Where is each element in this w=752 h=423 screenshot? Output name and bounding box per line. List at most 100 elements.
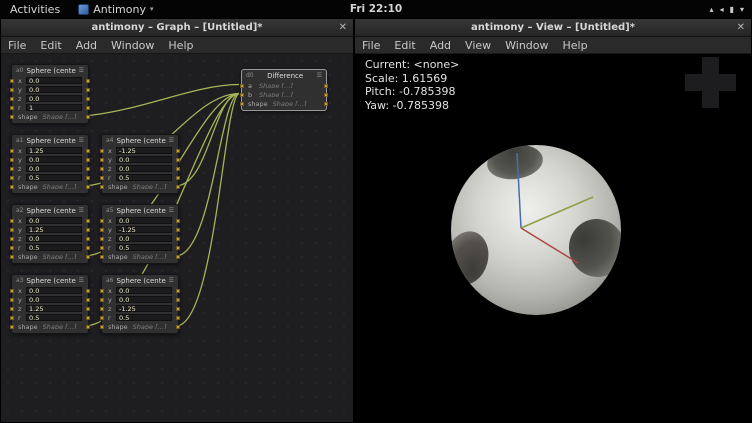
- node-menu-icon[interactable]: ☰: [79, 277, 84, 284]
- output-port[interactable]: [86, 158, 90, 162]
- menu-edit[interactable]: Edit: [387, 39, 422, 52]
- graph-node-a3[interactable]: a3Sphere (center)☰x0.0y0.0z1.25r0.5shape…: [11, 274, 89, 334]
- nav-cell-down[interactable]: [702, 91, 719, 108]
- input-port[interactable]: [240, 84, 244, 88]
- output-port[interactable]: [176, 237, 180, 241]
- graph-node-a6[interactable]: a6Sphere (center)☰x0.0y0.0z-1.25r0.5shap…: [101, 274, 179, 334]
- input-port[interactable]: [100, 237, 104, 241]
- input-port[interactable]: [10, 289, 14, 293]
- input-port[interactable]: [100, 298, 104, 302]
- field-value[interactable]: 0.0: [116, 217, 172, 224]
- output-port[interactable]: [176, 325, 180, 329]
- output-port[interactable]: [176, 185, 180, 189]
- output-port[interactable]: [86, 246, 90, 250]
- output-port[interactable]: [176, 316, 180, 320]
- input-port[interactable]: [10, 88, 14, 92]
- output-port[interactable]: [86, 255, 90, 259]
- field-value[interactable]: 0.5: [116, 314, 172, 321]
- input-port[interactable]: [240, 93, 244, 97]
- node-menu-icon[interactable]: ☰: [169, 207, 174, 214]
- input-port[interactable]: [100, 255, 104, 259]
- field-value[interactable]: 0.0: [26, 165, 82, 172]
- input-port[interactable]: [10, 307, 14, 311]
- field-value[interactable]: 0.0: [116, 287, 172, 294]
- input-port[interactable]: [100, 325, 104, 329]
- wire-a5-to-d0[interactable]: [179, 94, 239, 256]
- input-port[interactable]: [10, 246, 14, 250]
- input-port[interactable]: [10, 149, 14, 153]
- graph-node-a1[interactable]: a1Sphere (center)☰x1.25y0.0z0.0r0.5shape…: [11, 134, 89, 194]
- input-port[interactable]: [10, 106, 14, 110]
- output-port[interactable]: [86, 97, 90, 101]
- output-port[interactable]: [86, 106, 90, 110]
- output-port[interactable]: [86, 176, 90, 180]
- input-port[interactable]: [100, 316, 104, 320]
- output-port[interactable]: [176, 176, 180, 180]
- field-value[interactable]: 1: [26, 104, 82, 111]
- input-port[interactable]: [100, 219, 104, 223]
- input-port[interactable]: [100, 176, 104, 180]
- menu-help[interactable]: Help: [556, 39, 595, 52]
- field-value[interactable]: -1.25: [116, 226, 172, 233]
- output-port[interactable]: [86, 149, 90, 153]
- input-port[interactable]: [10, 167, 14, 171]
- wire-a6-to-d0[interactable]: [179, 94, 239, 326]
- input-port[interactable]: [100, 228, 104, 232]
- field-value[interactable]: 0.0: [116, 165, 172, 172]
- output-port[interactable]: [324, 93, 328, 97]
- graph-node-a5[interactable]: a5Sphere (center)☰x0.0y-1.25z0.0r0.5shap…: [101, 204, 179, 264]
- input-port[interactable]: [10, 79, 14, 83]
- node-menu-icon[interactable]: ☰: [79, 137, 84, 144]
- node-menu-icon[interactable]: ☰: [79, 67, 84, 74]
- output-port[interactable]: [86, 79, 90, 83]
- output-port[interactable]: [86, 88, 90, 92]
- field-value[interactable]: 0.0: [26, 287, 82, 294]
- input-port[interactable]: [10, 298, 14, 302]
- input-port[interactable]: [10, 316, 14, 320]
- field-value[interactable]: 0.0: [116, 296, 172, 303]
- input-port[interactable]: [10, 97, 14, 101]
- output-port[interactable]: [86, 115, 90, 119]
- input-port[interactable]: [10, 219, 14, 223]
- output-port[interactable]: [86, 167, 90, 171]
- field-value[interactable]: 0.5: [116, 244, 172, 251]
- input-port[interactable]: [10, 237, 14, 241]
- field-value[interactable]: 0.0: [26, 296, 82, 303]
- output-port[interactable]: [86, 228, 90, 232]
- menu-window[interactable]: Window: [498, 39, 555, 52]
- input-port[interactable]: [240, 102, 244, 106]
- graph-node-d0[interactable]: d0 Difference ☰ a Shape […] b Shape […]: [241, 69, 327, 111]
- output-port[interactable]: [324, 102, 328, 106]
- output-port[interactable]: [176, 307, 180, 311]
- output-port[interactable]: [86, 185, 90, 189]
- menu-help[interactable]: Help: [161, 39, 200, 52]
- node-menu-icon[interactable]: ☰: [79, 207, 84, 214]
- node-menu-icon[interactable]: ☰: [169, 137, 174, 144]
- field-value[interactable]: 0.0: [26, 86, 82, 93]
- nav-cell-up[interactable]: [702, 57, 719, 74]
- view-nav-pad[interactable]: [685, 57, 736, 108]
- menu-window[interactable]: Window: [104, 39, 161, 52]
- wire-a0-to-d0[interactable]: [89, 85, 239, 116]
- field-value[interactable]: 1.25: [26, 305, 82, 312]
- input-port[interactable]: [10, 158, 14, 162]
- menu-view[interactable]: View: [458, 39, 498, 52]
- input-port[interactable]: [10, 228, 14, 232]
- graph-node-a4[interactable]: a4Sphere (center)☰x-1.25y0.0z0.0r0.5shap…: [101, 134, 179, 194]
- output-port[interactable]: [176, 298, 180, 302]
- output-port[interactable]: [324, 84, 328, 88]
- field-value[interactable]: 1.25: [26, 226, 82, 233]
- system-status-area[interactable]: ▴ ◂ ▮ ▾: [710, 5, 752, 14]
- clock[interactable]: Fri 22:10: [350, 3, 402, 15]
- menu-add[interactable]: Add: [69, 39, 104, 52]
- field-value[interactable]: 0.5: [116, 174, 172, 181]
- input-port[interactable]: [10, 176, 14, 180]
- input-port[interactable]: [100, 185, 104, 189]
- menu-add[interactable]: Add: [423, 39, 458, 52]
- output-port[interactable]: [176, 289, 180, 293]
- output-port[interactable]: [86, 237, 90, 241]
- input-port[interactable]: [10, 255, 14, 259]
- nav-cell-left[interactable]: [685, 74, 702, 91]
- field-value[interactable]: 0.5: [26, 314, 82, 321]
- output-port[interactable]: [86, 298, 90, 302]
